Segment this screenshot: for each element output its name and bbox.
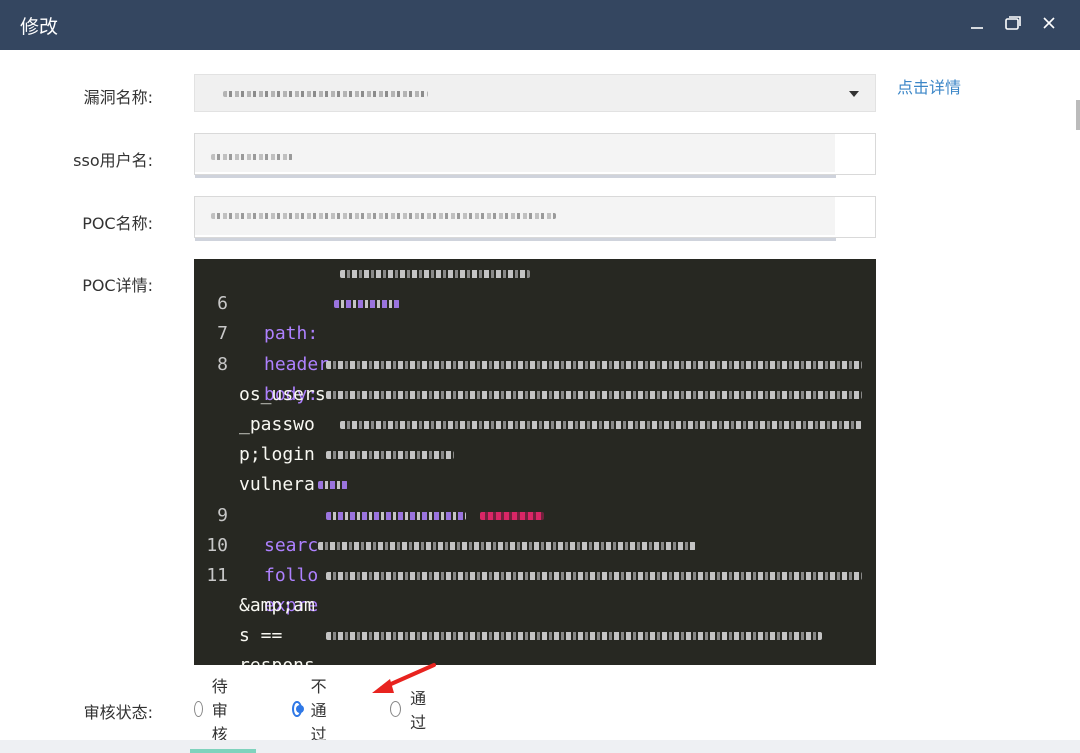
code-line: p;login [194,410,876,465]
poc-detail-label: POC详情: [82,276,153,295]
redacted-value [211,154,293,160]
poc-name-label: POC名称: [82,214,153,233]
code-line: _passwo [194,380,876,435]
radio-rejected[interactable]: 不通过 [292,677,333,744]
red-arrow-annotation [372,663,436,693]
code-line: 7 header [194,289,876,375]
minimize-icon[interactable] [966,12,988,34]
sso-username-label: sso用户名: [73,151,153,170]
footer-button-edge[interactable] [190,749,256,753]
code-line: vulnera [194,440,876,495]
vuln-name-select[interactable] [194,74,876,112]
code-line: s == [239,625,283,647]
code-line: 8 body: [217,353,319,405]
radio-approved[interactable]: 通过 [390,689,431,732]
detail-link[interactable]: 点击详情 [897,74,961,98]
redacted-value [223,91,428,97]
radio-circle-icon[interactable] [194,701,203,717]
chevron-down-icon[interactable] [849,91,859,97]
code-line: os_users [194,350,876,405]
radio-circle-icon[interactable] [390,701,402,717]
code-line: 11 expre [194,531,876,616]
code-line: 9 searc [194,470,876,556]
radio-pending[interactable]: 待审核 [194,677,235,744]
dialog-title: 修改 [20,16,59,38]
redacted-value [211,213,556,219]
vuln-name-label: 漏洞名称: [83,88,153,107]
scrollbar[interactable] [1076,100,1080,130]
dialog-titlebar: 修改 [0,0,1080,50]
sso-username-input[interactable] [194,133,876,178]
code-line: 12 groups: {} [194,651,876,665]
code-line: 6 path: [194,259,876,344]
poc-name-input[interactable] [194,196,876,241]
review-status-label: 审核状态: [83,703,153,722]
maximize-icon[interactable] [1002,12,1024,34]
code-line: &amp;am [194,561,876,616]
radio-checked-icon[interactable] [292,701,304,717]
poc-code-editor[interactable]: 6 path: 7 header 8 body: os_users _passw… [194,259,876,665]
code-line: respons [194,621,876,665]
code-line: 10 follo [194,501,876,586]
dialog-footer [0,740,1080,753]
close-icon[interactable] [1038,12,1060,34]
